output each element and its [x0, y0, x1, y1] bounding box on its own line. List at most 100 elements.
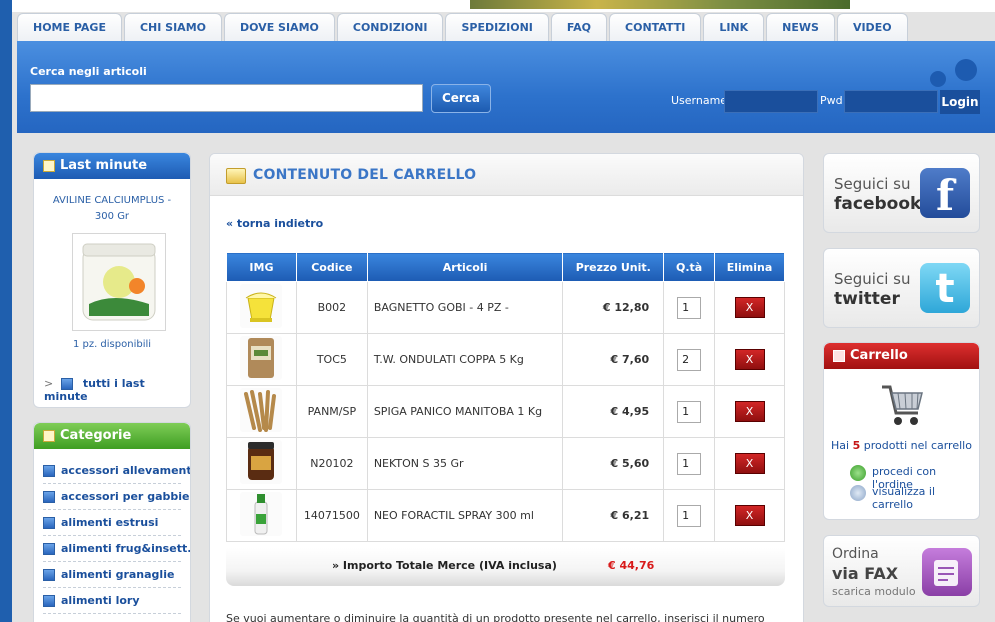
category-item[interactable]: alimenti lory — [43, 588, 181, 614]
table-row: PANM/SP SPIGA PANICO MANITOBA 1 Kg € 4,9… — [226, 385, 785, 438]
facebook-icon: f — [920, 168, 970, 220]
all-last-minute-link[interactable]: > tutti i last minute — [44, 377, 190, 403]
column-header-img: IMG — [226, 252, 297, 282]
product-article: NEKTON S 35 Gr — [366, 437, 564, 490]
delete-button[interactable]: X — [734, 505, 765, 526]
login-button[interactable]: Login — [940, 90, 980, 114]
cart-box-title: Carrello — [824, 343, 979, 369]
header-bar: Cerca negli articoli Cerca Username Pwd … — [17, 41, 995, 133]
product-image[interactable] — [240, 388, 283, 432]
quantity-input[interactable]: 1 — [677, 400, 702, 423]
delete-button[interactable]: X — [734, 297, 765, 318]
twitter-line1: Seguici su — [834, 270, 911, 288]
product-image-cell — [226, 489, 297, 542]
categories-title-text: Categorie — [60, 428, 132, 443]
product-image-cell — [226, 437, 297, 490]
product-delete-cell: X — [714, 281, 785, 334]
table-row: 14071500 NEO FORACTIL SPRAY 300 ml € 6,2… — [226, 489, 785, 542]
delete-button[interactable]: X — [734, 401, 765, 422]
product-code: 14071500 — [295, 489, 368, 542]
quantity-input[interactable]: 1 — [677, 452, 702, 475]
category-item[interactable]: accessori allevamenti — [43, 458, 190, 484]
product-qty-cell: 1 — [663, 437, 716, 490]
quantity-input[interactable]: 2 — [677, 348, 702, 371]
product-code: PANM/SP — [295, 385, 368, 438]
column-header-qty: Q.tà — [663, 252, 716, 282]
plus-icon — [850, 465, 866, 481]
category-item[interactable]: accessori per gabbie — [43, 484, 189, 510]
pwd-label: Pwd — [820, 94, 843, 107]
password-input[interactable] — [844, 90, 938, 113]
delete-button[interactable]: X — [734, 453, 765, 474]
category-label: accessori allevamenti — [61, 464, 191, 477]
product-image[interactable] — [240, 284, 283, 328]
arrow-square-icon — [43, 517, 55, 529]
last-minute-product-image[interactable] — [72, 233, 166, 331]
column-header-article: Articoli — [366, 252, 564, 282]
product-qty-cell: 1 — [663, 489, 716, 542]
tab-contatti[interactable]: CONTATTI — [609, 13, 702, 41]
product-delete-cell: X — [714, 489, 785, 542]
product-price: € 4,95 — [562, 385, 665, 438]
quantity-input[interactable]: 1 — [677, 504, 702, 527]
cart-summary: Hai 5 prodotti nel carrello — [824, 439, 979, 452]
last-minute-product-name[interactable]: AVILINE CALCIUMPLUS - 300 Gr — [34, 193, 190, 225]
search-input[interactable] — [30, 84, 423, 112]
tab-link[interactable]: LINK — [703, 13, 765, 41]
cart-content-header: CONTENUTO DEL CARRELLO — [210, 154, 803, 196]
cart-content-panel: CONTENUTO DEL CARRELLO « torna indietro … — [209, 153, 804, 622]
fax-order-banner[interactable]: Ordina via FAX scarica modulo — [823, 535, 980, 607]
arrow-right-icon: > — [44, 377, 54, 390]
product-delete-cell: X — [714, 437, 785, 490]
facebook-banner[interactable]: Seguici su facebook f — [823, 153, 980, 233]
tab-faq[interactable]: FAQ — [550, 13, 608, 41]
view-cart-link[interactable]: visualizza il carrello — [872, 485, 979, 511]
tab-spedizioni[interactable]: SPEDIZIONI — [445, 13, 549, 41]
arrow-square-icon — [43, 491, 55, 503]
product-image[interactable] — [240, 492, 283, 536]
quantity-input[interactable]: 1 — [677, 296, 702, 319]
product-code: TOC5 — [295, 333, 368, 386]
fax-text: Ordina via FAX — [832, 544, 898, 585]
fax-document-icon — [922, 548, 972, 596]
arrow-square-icon — [43, 465, 55, 477]
column-header-code: Codice — [295, 252, 368, 282]
category-label: alimenti lory — [61, 594, 140, 607]
username-input[interactable] — [724, 90, 818, 113]
arrow-square-icon — [43, 543, 55, 555]
twitter-line2: twitter — [834, 289, 900, 309]
product-code: B002 — [295, 281, 368, 334]
total-label: » Importo Totale Merce (IVA inclusa) — [332, 559, 557, 572]
category-label: alimenti frug&insett. — [61, 542, 191, 555]
tab-chi-siamo[interactable]: CHI SIAMO — [123, 13, 222, 41]
cart-summary-prefix: Hai — [831, 439, 850, 452]
decor-dot-icon — [955, 59, 977, 81]
tab-news[interactable]: NEWS — [766, 13, 835, 41]
category-label: alimenti estrusi — [61, 516, 159, 529]
main-nav: HOME PAGE CHI SIAMO DOVE SIAMO CONDIZION… — [17, 13, 908, 41]
cart-table: IMG Codice Articoli Prezzo Unit. Q.tà El… — [226, 252, 785, 542]
product-price: € 5,60 — [562, 437, 665, 490]
product-image[interactable] — [240, 440, 283, 484]
category-item[interactable]: alimenti frug&insett. — [43, 536, 190, 562]
left-edge-strip — [0, 0, 12, 622]
tab-condizioni[interactable]: CONDIZIONI — [336, 13, 444, 41]
fax-line1: Ordina — [832, 546, 879, 562]
twitter-banner[interactable]: Seguici su twitter t — [823, 248, 980, 328]
twitter-icon: t — [920, 263, 970, 313]
shopping-cart-icon — [882, 385, 923, 425]
delete-button[interactable]: X — [734, 349, 765, 370]
last-minute-availability: 1 pz. disponibili — [72, 339, 152, 350]
product-delete-cell: X — [714, 385, 785, 438]
tab-video[interactable]: VIDEO — [836, 13, 908, 41]
cart-info-text: Se vuoi aumentare o diminuire la quantit… — [226, 612, 765, 622]
category-item[interactable]: alimenti estrusi — [43, 510, 181, 536]
tab-home-page[interactable]: HOME PAGE — [17, 13, 122, 41]
search-button[interactable]: Cerca — [431, 84, 491, 113]
tab-dove-siamo[interactable]: DOVE SIAMO — [224, 13, 335, 41]
categories-title: Categorie — [34, 423, 190, 449]
back-link[interactable]: « torna indietro — [226, 217, 323, 230]
category-item[interactable]: alimenti granaglie — [43, 562, 181, 588]
product-image[interactable] — [240, 336, 283, 380]
product-image-cell — [226, 281, 297, 334]
